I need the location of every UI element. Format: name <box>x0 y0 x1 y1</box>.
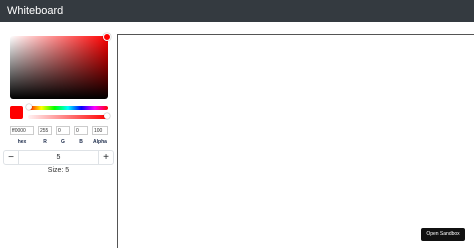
r-field: R <box>38 126 52 145</box>
alpha-label: Alpha <box>93 139 107 145</box>
hex-field: hex <box>10 126 34 145</box>
open-sandbox-button[interactable]: Open Sandbox <box>421 228 465 241</box>
g-field: G <box>56 126 70 145</box>
saturation-handle[interactable] <box>103 33 111 41</box>
saturation-panel[interactable] <box>10 33 111 99</box>
b-field: B <box>74 126 88 145</box>
b-input[interactable] <box>74 126 88 135</box>
top-bar: Whiteboard <box>0 0 474 22</box>
drawing-canvas[interactable] <box>117 34 474 248</box>
hue-thumb[interactable] <box>26 104 32 110</box>
color-swatch <box>10 106 23 119</box>
g-input[interactable] <box>56 126 70 135</box>
hex-input[interactable] <box>10 126 34 135</box>
alpha-thumb[interactable] <box>104 113 110 119</box>
color-fields: hex R G B Alpha <box>10 126 110 146</box>
hue-slider[interactable] <box>26 104 108 110</box>
alpha-input[interactable] <box>92 126 108 135</box>
app-title: Whiteboard <box>7 5 64 17</box>
g-label: G <box>61 139 65 145</box>
r-input[interactable] <box>38 126 52 135</box>
hex-label: hex <box>17 139 27 145</box>
decrease-size-button[interactable]: − <box>4 151 19 164</box>
b-label: B <box>79 139 83 145</box>
increase-size-button[interactable]: + <box>98 151 113 164</box>
alpha-slider[interactable] <box>28 113 110 119</box>
size-label: Size: 5 <box>47 167 70 174</box>
r-label: R <box>43 139 47 145</box>
sidebar: hex R G B Alpha − 5 + Size: 5 <box>0 22 117 248</box>
alpha-field: Alpha <box>92 126 108 145</box>
brush-size-value[interactable]: 5 <box>19 151 98 164</box>
brush-size-stepper: − 5 + <box>3 150 114 165</box>
